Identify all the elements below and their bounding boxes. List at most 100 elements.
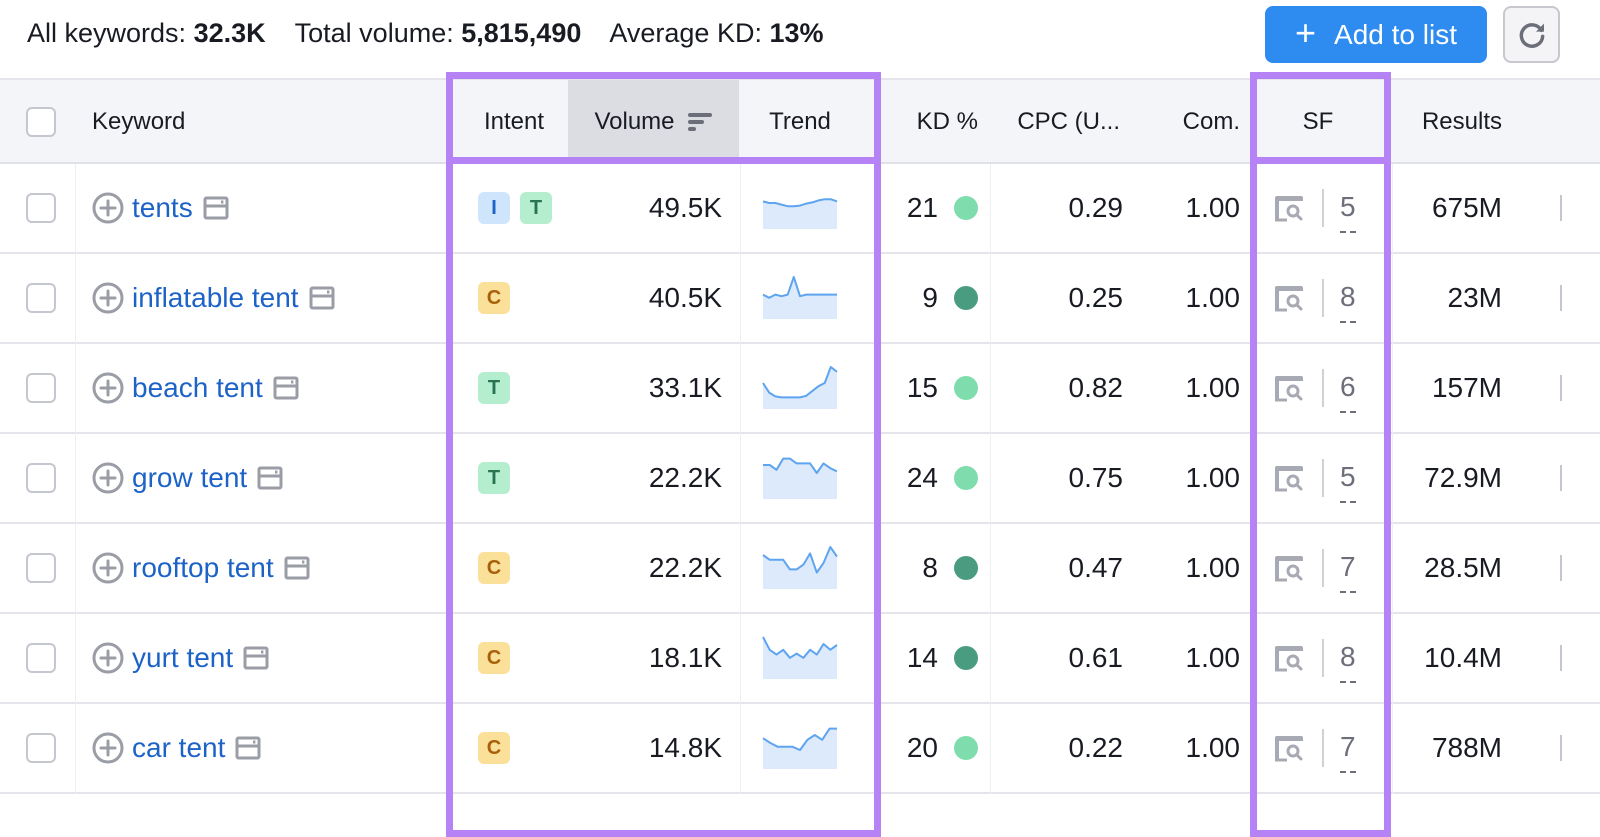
truncated-next-column-cell bbox=[1560, 164, 1600, 252]
serp-preview-icon[interactable] bbox=[309, 286, 335, 310]
keyword-link[interactable]: grow tent bbox=[132, 462, 247, 494]
add-keyword-icon[interactable] bbox=[92, 642, 124, 674]
trend-sparkline bbox=[762, 198, 838, 229]
row-checkbox[interactable] bbox=[26, 643, 56, 673]
trend-sparkline bbox=[762, 546, 838, 589]
results-cell: 28.5M bbox=[1424, 552, 1502, 583]
results-cell: 157M bbox=[1431, 372, 1502, 403]
serp-features-icon[interactable] bbox=[1272, 734, 1306, 762]
serp-features-cell: 8 bbox=[1272, 254, 1382, 342]
results-cell: 788M bbox=[1431, 732, 1502, 763]
serp-features-icon[interactable] bbox=[1272, 284, 1306, 312]
cpc-cell: 0.47 bbox=[1068, 552, 1124, 583]
keyword-cell: tents bbox=[92, 164, 452, 252]
competition-cell: 1.00 bbox=[1185, 462, 1241, 493]
row-checkbox[interactable] bbox=[26, 283, 56, 313]
volume-cell: 22.2K bbox=[648, 552, 722, 583]
serp-features-count[interactable]: 7 bbox=[1340, 731, 1356, 773]
add-keyword-icon[interactable] bbox=[92, 282, 124, 314]
column-competition[interactable]: Com. bbox=[1130, 80, 1240, 164]
add-keyword-icon[interactable] bbox=[92, 462, 124, 494]
serp-preview-icon[interactable] bbox=[257, 466, 283, 490]
serp-preview-icon[interactable] bbox=[203, 196, 229, 220]
kd-cell: 9 bbox=[880, 254, 990, 342]
kd-difficulty-dot bbox=[954, 556, 978, 580]
serp-features-count[interactable]: 8 bbox=[1340, 281, 1356, 323]
select-all-checkbox[interactable] bbox=[26, 107, 56, 137]
column-intent[interactable]: Intent bbox=[460, 80, 568, 164]
add-keyword-icon[interactable] bbox=[92, 192, 124, 224]
add-to-list-button[interactable]: + Add to list bbox=[1265, 6, 1487, 63]
trend-line bbox=[762, 276, 837, 299]
volume-cell: 18.1K bbox=[648, 642, 722, 673]
row-select-cell bbox=[26, 614, 66, 702]
row-checkbox[interactable] bbox=[26, 193, 56, 223]
serp-preview-icon[interactable] bbox=[243, 646, 269, 670]
add-keyword-icon[interactable] bbox=[92, 372, 124, 404]
serp-features-icon[interactable] bbox=[1272, 194, 1306, 222]
serp-features-count[interactable]: 5 bbox=[1340, 461, 1356, 503]
kd-cell: 15 bbox=[880, 344, 990, 432]
intent-badge[interactable]: C bbox=[478, 282, 510, 314]
sort-descending-icon bbox=[687, 113, 712, 131]
column-cpc[interactable]: CPC (U... bbox=[990, 80, 1120, 164]
serp-features-icon[interactable] bbox=[1272, 374, 1306, 402]
column-trend[interactable]: Trend bbox=[739, 80, 861, 164]
add-keyword-icon[interactable] bbox=[92, 552, 124, 584]
intent-badge[interactable]: C bbox=[478, 552, 510, 584]
separator bbox=[1322, 189, 1324, 227]
keyword-link[interactable]: beach tent bbox=[132, 372, 263, 404]
row-checkbox[interactable] bbox=[26, 373, 56, 403]
intent-badge[interactable]: T bbox=[478, 462, 510, 494]
intent-badge[interactable]: T bbox=[520, 192, 552, 224]
serp-features-icon[interactable] bbox=[1272, 464, 1306, 492]
serp-features-count[interactable]: 5 bbox=[1340, 191, 1356, 233]
column-volume[interactable]: Volume bbox=[568, 80, 739, 164]
row-checkbox[interactable] bbox=[26, 463, 56, 493]
column-results[interactable]: Results bbox=[1380, 80, 1502, 164]
trend-area bbox=[763, 637, 837, 679]
kd-value: 14 bbox=[906, 642, 938, 673]
serp-features-icon[interactable] bbox=[1272, 554, 1306, 582]
keyword-link[interactable]: tents bbox=[132, 192, 193, 224]
serp-preview-icon[interactable] bbox=[284, 556, 310, 580]
column-serp-features[interactable]: SF bbox=[1256, 80, 1380, 164]
kd-difficulty-dot bbox=[954, 286, 978, 310]
trend-sparkline bbox=[762, 276, 837, 319]
keyword-link[interactable]: rooftop tent bbox=[132, 552, 274, 584]
intent-badge[interactable]: I bbox=[478, 192, 510, 224]
truncated-content bbox=[1560, 195, 1566, 221]
truncated-content bbox=[1560, 375, 1566, 401]
row-checkbox[interactable] bbox=[26, 733, 56, 763]
truncated-content bbox=[1560, 465, 1566, 491]
add-keyword-icon[interactable] bbox=[92, 732, 124, 764]
volume-cell: 40.5K bbox=[648, 282, 722, 313]
row-checkbox[interactable] bbox=[26, 553, 56, 583]
serp-features-count[interactable]: 8 bbox=[1340, 641, 1356, 683]
separator bbox=[1322, 459, 1324, 497]
volume-cell: 22.2K bbox=[648, 462, 722, 493]
keyword-link[interactable]: yurt tent bbox=[132, 642, 233, 674]
column-divider bbox=[75, 164, 76, 794]
trend-area bbox=[763, 367, 837, 409]
refresh-icon bbox=[1519, 22, 1544, 48]
column-kd[interactable]: KD % bbox=[880, 80, 978, 164]
intent-badge[interactable]: C bbox=[478, 642, 510, 674]
intent-badge[interactable]: C bbox=[478, 732, 510, 764]
serp-features-icon[interactable] bbox=[1272, 644, 1306, 672]
intent-badge[interactable]: T bbox=[478, 372, 510, 404]
refresh-button[interactable] bbox=[1503, 6, 1560, 63]
column-keyword[interactable]: Keyword bbox=[92, 80, 392, 164]
keyword-link[interactable]: car tent bbox=[132, 732, 225, 764]
serp-features-count[interactable]: 6 bbox=[1340, 371, 1356, 413]
serp-preview-icon[interactable] bbox=[235, 736, 261, 760]
keyword-link[interactable]: inflatable tent bbox=[132, 282, 299, 314]
row-select-cell bbox=[26, 164, 66, 252]
serp-features-count[interactable]: 7 bbox=[1340, 551, 1356, 593]
trend-sparkline bbox=[762, 727, 837, 769]
trend-cell bbox=[762, 614, 842, 702]
kd-value: 8 bbox=[922, 552, 938, 583]
table-row: beach tent T 33.1K 15 0.82 1.00 6 157M bbox=[0, 344, 1600, 434]
row-select-cell bbox=[26, 434, 66, 522]
serp-preview-icon[interactable] bbox=[273, 376, 299, 400]
